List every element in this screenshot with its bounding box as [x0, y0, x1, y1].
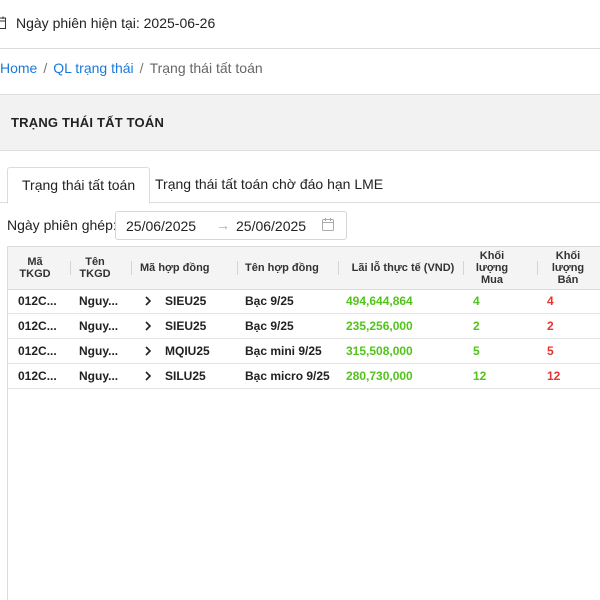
col-header-ma-hop-dong: Mã hợp đồng: [140, 262, 210, 274]
breadcrumb-parent-link[interactable]: QL trạng thái: [53, 60, 133, 76]
cell-ten-tkgd: Nguy...: [79, 344, 119, 358]
chevron-right-icon[interactable]: [141, 344, 155, 358]
range-arrow-icon: →: [216, 217, 230, 233]
table-header: Mã TKGD Tên TKGD Mã hợp đồng Tên hợp đồn…: [8, 246, 600, 290]
col-header-ten-hop-dong: Tên hợp đồng: [245, 262, 319, 274]
cell-kl-mua: 5: [473, 344, 480, 358]
cell-lai-lo: 494,644,864: [346, 294, 413, 308]
chevron-right-icon[interactable]: [141, 319, 155, 333]
top-bar: Ngày phiên hiện tại: 2025-06-26: [0, 0, 600, 49]
breadcrumb-current: Trạng thái tất toán: [149, 60, 263, 76]
cell-ma-hop-dong: MQIU25: [165, 344, 210, 358]
date-from-input[interactable]: 25/06/2025: [126, 218, 196, 234]
cell-ten-tkgd: Nguy...: [79, 369, 119, 383]
settlement-table: Mã TKGD Tên TKGD Mã hợp đồng Tên hợp đồn…: [7, 246, 600, 600]
date-to-input[interactable]: 25/06/2025: [236, 218, 306, 234]
col-header-ten-tkgd: Tên TKGD: [79, 256, 111, 280]
chevron-right-icon[interactable]: [141, 294, 155, 308]
calendar-icon: [0, 16, 6, 29]
col-header-lai-lo: Lãi lỗ thực tế (VND): [351, 262, 455, 274]
cell-ten-tkgd: Nguy...: [79, 294, 119, 308]
page-header: TRẠNG THÁI TẤT TOÁN: [0, 94, 600, 151]
cell-ten-hop-dong: Bạc 9/25: [245, 319, 294, 333]
breadcrumb-home-link[interactable]: Home: [0, 60, 37, 76]
cell-ten-tkgd: Nguy...: [79, 319, 119, 333]
cell-ma-hop-dong: SIEU25: [165, 294, 207, 308]
cell-kl-ban: 4: [547, 294, 554, 308]
table-row[interactable]: 012C... Nguy... SIEU25 Bạc 9/25 235,256,…: [8, 314, 600, 339]
cell-lai-lo: 235,256,000: [346, 319, 413, 333]
table-row[interactable]: 012C... Nguy... SIEU25 Bạc 9/25 494,644,…: [8, 289, 600, 314]
cell-ma-tkgd: 012C...: [18, 344, 57, 358]
tab-settlement-status[interactable]: Trạng thái tất toán: [7, 167, 151, 204]
cell-ma-hop-dong: SIEU25: [165, 319, 207, 333]
cell-ma-tkgd: 012C...: [18, 369, 57, 383]
match-date-label: Ngày phiên ghép:: [7, 217, 117, 233]
column-divider: [338, 261, 339, 275]
cell-ten-hop-dong: Bạc mini 9/25: [245, 344, 322, 358]
col-header-kl-ban: Khối lượng Bán: [551, 250, 585, 286]
cell-ten-hop-dong: Bạc 9/25: [245, 294, 294, 308]
tab-bar: Trạng thái tất toán Trạng thái tất toán …: [0, 167, 600, 204]
cell-ma-hop-dong: SILU25: [165, 369, 206, 383]
breadcrumb: Home / QL trạng thái / Trạng thái tất toán: [0, 60, 263, 76]
breadcrumb-separator: /: [139, 60, 144, 76]
cell-kl-ban: 2: [547, 319, 554, 333]
table-row[interactable]: 012C... Nguy... MQIU25 Bạc mini 9/25 315…: [8, 339, 600, 364]
cell-kl-mua: 2: [473, 319, 480, 333]
col-header-ma-tkgd: Mã TKGD: [19, 256, 51, 280]
column-divider: [70, 261, 71, 275]
column-divider: [237, 261, 238, 275]
column-divider: [131, 261, 132, 275]
tab-settlement-lme-pending[interactable]: Trạng thái tất toán chờ đáo hạn LME: [141, 167, 397, 201]
cell-lai-lo: 280,730,000: [346, 369, 413, 383]
chevron-right-icon[interactable]: [141, 369, 155, 383]
current-session-date: Ngày phiên hiện tại: 2025-06-26: [16, 15, 216, 31]
cell-kl-mua: 4: [473, 294, 480, 308]
calendar-icon[interactable]: [322, 218, 334, 231]
date-range-picker[interactable]: 25/06/2025 → 25/06/2025: [115, 211, 347, 240]
cell-ten-hop-dong: Bạc micro 9/25: [245, 369, 330, 383]
cell-ma-tkgd: 012C...: [18, 294, 57, 308]
column-divider: [463, 261, 464, 275]
breadcrumb-separator: /: [43, 60, 48, 76]
cell-kl-ban: 12: [547, 369, 561, 383]
col-header-kl-mua: Khối lượng Mua: [475, 250, 509, 286]
table-row[interactable]: 012C... Nguy... SILU25 Bạc micro 9/25 28…: [8, 364, 600, 389]
cell-lai-lo: 315,508,000: [346, 344, 413, 358]
cell-kl-ban: 5: [547, 344, 554, 358]
page-title: TRẠNG THÁI TẤT TOÁN: [11, 115, 165, 130]
column-divider: [537, 261, 538, 275]
cell-kl-mua: 12: [473, 369, 487, 383]
cell-ma-tkgd: 012C...: [18, 319, 57, 333]
